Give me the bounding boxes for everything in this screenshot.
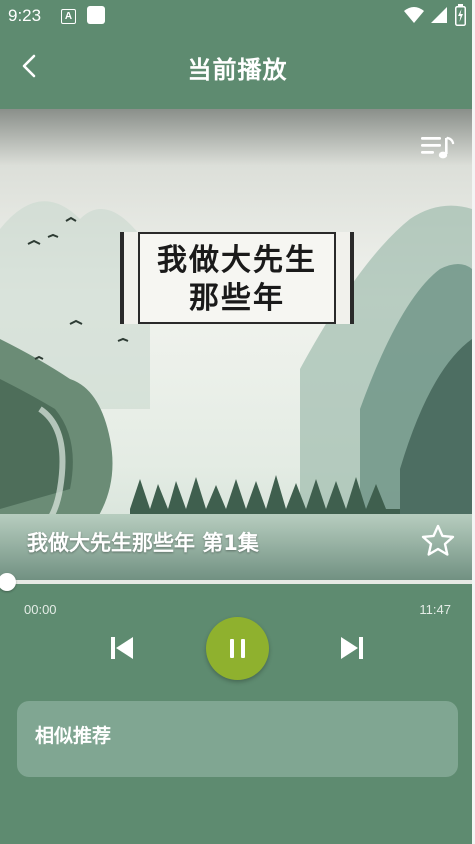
play-pause-button[interactable] [206, 617, 269, 680]
total-time: 11:47 [419, 602, 451, 617]
sign-text-line1: 我做大先生 [157, 243, 317, 278]
status-bar: 9:23 A [0, 0, 475, 32]
favorite-button[interactable] [420, 523, 456, 559]
skip-previous-icon [111, 637, 133, 659]
playlist-button[interactable] [419, 133, 455, 163]
progress-track[interactable] [0, 580, 472, 584]
track-title: 我做大先生那些年 第1集 [27, 531, 259, 555]
wifi-icon [404, 7, 424, 23]
landscape-painting [0, 109, 472, 582]
pause-icon [230, 639, 245, 658]
app-header: 当前播放 [0, 32, 475, 106]
next-button[interactable] [338, 634, 366, 662]
album-artwork: 我做大先生 那些年 我做大先生那些年 第1集 [0, 109, 472, 582]
sign-text-line2: 那些年 [189, 281, 285, 316]
title-scroll-sign: 我做大先生 那些年 [120, 232, 354, 324]
page-title: 当前播放 [187, 56, 288, 84]
notification-square-icon [87, 6, 105, 24]
status-time: 9:23 [8, 6, 42, 25]
battery-icon [455, 4, 466, 26]
similar-recommendations-title: 相似推荐 [35, 725, 112, 747]
skip-next-icon [341, 637, 363, 659]
signal-icon [431, 7, 447, 23]
star-outline-icon [421, 524, 455, 556]
current-time: 00:00 [24, 602, 57, 617]
previous-button[interactable] [108, 634, 136, 662]
playlist-icon [421, 136, 455, 159]
similar-recommendations-card[interactable]: 相似推荐 [17, 701, 458, 777]
notification-a-icon: A [61, 9, 76, 24]
progress-thumb[interactable] [0, 573, 16, 591]
